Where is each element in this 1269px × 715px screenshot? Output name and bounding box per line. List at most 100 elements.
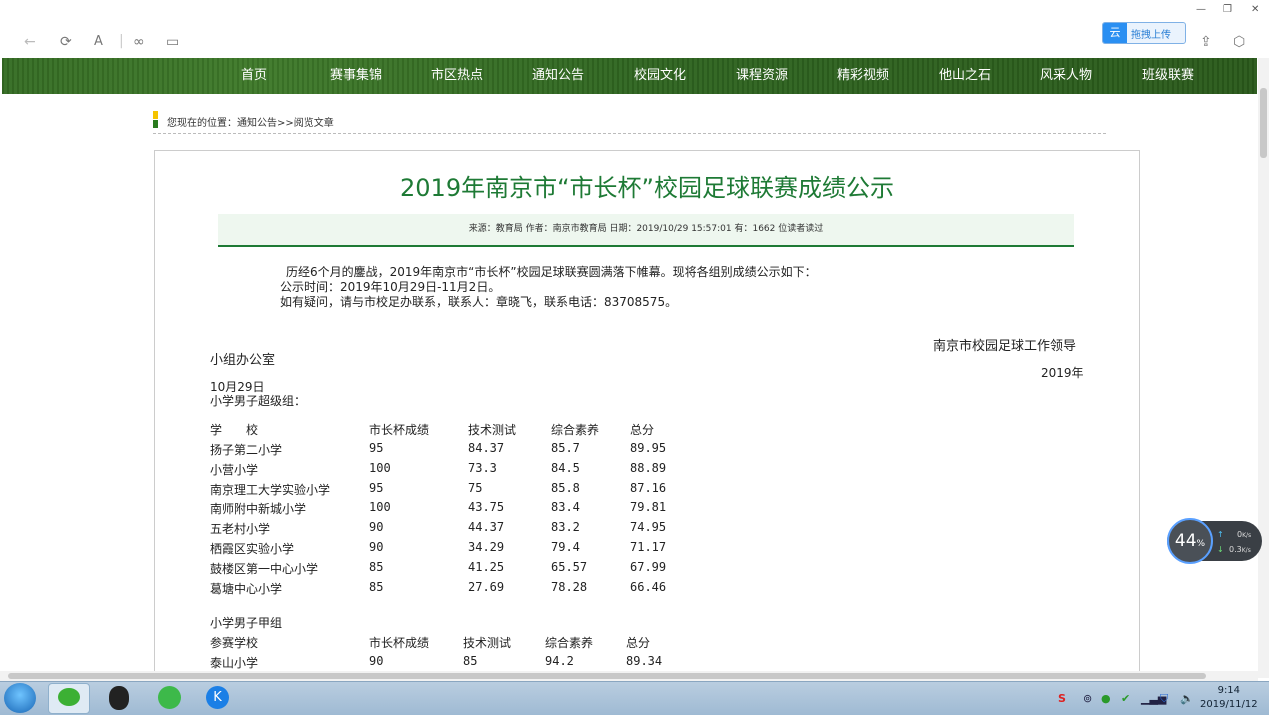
table-cell: 85 [369,560,384,574]
table-cell: 83.2 [551,520,580,534]
signature-line-1: 南京市校园足球工作领导 [933,339,1077,354]
wechat-tray-icon[interactable]: ● [1101,692,1111,705]
table-cell: 84.5 [551,461,580,475]
window-icon[interactable]: ▭ [166,34,179,50]
table-cell: 74.95 [630,520,667,534]
table-cell: 90 [369,520,384,534]
main-nav: 首页 赛事集锦 市区热点 通知公告 校园文化 课程资源 精彩视频 他山之石 风采… [2,58,1257,94]
share-icon[interactable]: ⇪ [1200,34,1212,50]
group2-title: 小学男子甲组 [210,616,283,630]
nav-item-others[interactable]: 他山之石 [939,64,991,83]
taskbar-app-qq[interactable] [100,683,140,712]
table-cell: 小营小学 [210,463,259,477]
refresh-icon[interactable]: ⟳ [60,34,72,50]
nav-item-people[interactable]: 风采人物 [1040,64,1092,83]
nav-item-home[interactable]: 首页 [241,64,267,83]
clock-time: 9:14 [1217,685,1241,696]
table-header-cell: 总分 [626,636,651,650]
maximize-icon[interactable]: ❐ [1223,4,1232,15]
taskbar-app-wechat[interactable] [48,683,90,714]
taskbar-app-browser[interactable] [150,683,190,712]
table-cell: 41.25 [468,560,505,574]
input-method-icon[interactable]: S [1058,692,1066,705]
qq-penguin-icon [109,686,129,710]
group1-title: 小学男子超级组： [210,394,307,408]
table-cell: 73.3 [468,461,497,475]
breadcrumb-path[interactable]: 通知公告>>阅览文章 [237,118,334,129]
reader-mode-icon[interactable]: A [94,34,103,50]
close-icon[interactable]: ✕ [1251,4,1259,15]
article-meta: 来源：教育局 作者：南京市教育局 日期：2019/10/29 15:57:01 … [218,214,1074,247]
table-cell: 85 [369,580,384,594]
table-cell: 泰山小学 [210,656,259,670]
table-cell: 南师附中新城小学 [210,502,307,516]
start-button[interactable] [4,683,36,713]
toolbar-divider: | [119,33,124,49]
nav-item-highlights[interactable]: 赛事集锦 [330,64,382,83]
table-cell: 95 [369,441,384,455]
table-cell: 83.4 [551,500,580,514]
tray-app-icon[interactable]: ⊚ [1083,692,1092,705]
table-cell: 89.34 [626,654,663,668]
table-cell: 94.2 [545,654,574,668]
table-cell: 27.69 [468,580,505,594]
security-tray-icon[interactable]: ✔ [1121,692,1130,705]
table-cell: 88.89 [630,461,667,475]
nav-item-class-league[interactable]: 班级联赛 [1142,64,1194,83]
table-header-cell: 综合素养 [551,423,600,437]
table-cell: 栖霞区实验小学 [210,542,295,556]
vertical-scroll-thumb[interactable] [1260,88,1267,158]
article-title: 2019年南京市“市长杯”校园足球联赛成绩公示 [400,174,894,202]
breadcrumb-divider [153,133,1106,134]
table-cell: 100 [369,461,391,475]
table-cell: 85.8 [551,481,580,495]
table-header-cell: 学 校 [210,423,259,437]
signature-year: 2019年 [1041,366,1084,380]
extension-icon[interactable]: ⬡ [1233,34,1245,50]
table-header-cell: 总分 [630,423,655,437]
nav-item-notices[interactable]: 通知公告 [532,64,584,83]
breadcrumb-marker-green [153,120,158,128]
link-icon[interactable]: ∞ [133,34,145,50]
table-cell: 五老村小学 [210,522,271,536]
shield-icon[interactable]: ⛉ [1160,692,1168,706]
nav-item-city-news[interactable]: 市区热点 [431,64,483,83]
table-cell: 扬子第二小学 [210,443,283,457]
table-cell: 84.37 [468,441,505,455]
table-header-cell: 综合素养 [545,636,594,650]
table-cell: 65.57 [551,560,588,574]
table-header-cell: 市长杯成绩 [369,423,430,437]
breadcrumb: 您现在的位置：通知公告>>阅览文章 [167,114,334,129]
table-cell: 90 [369,540,384,554]
memory-usage-gauge[interactable]: 44% [1167,518,1213,564]
system-clock[interactable]: 9:14 2019/11/12 [1200,684,1258,712]
download-arrow-icon: ↓ [1217,545,1224,554]
upload-speed: 0K/s [1237,530,1252,539]
table-cell: 89.95 [630,441,667,455]
table-cell: 葛塘中心小学 [210,582,283,596]
cloud-icon: 云 [1103,23,1127,43]
table-cell: 66.46 [630,580,667,594]
nav-item-campus-culture[interactable]: 校园文化 [634,64,686,83]
nav-item-videos[interactable]: 精彩视频 [837,64,889,83]
minimize-icon[interactable]: — [1196,4,1206,15]
back-icon[interactable]: ← [24,34,36,50]
table-cell: 44.37 [468,520,505,534]
table-header-cell: 市长杯成绩 [369,636,430,650]
table-cell: 鼓楼区第一中心小学 [210,562,319,576]
kugou-icon: K [206,686,229,709]
upload-arrow-icon: ↑ [1217,530,1224,539]
taskbar-app-kugou[interactable]: K [198,683,238,712]
cloud-upload-button[interactable]: 云 拖拽上传 [1102,22,1186,44]
table-cell: 75 [468,481,483,495]
table-header-cell: 参赛学校 [210,636,259,650]
clock-date: 2019/11/12 [1200,699,1258,710]
table-cell: 67.99 [630,560,667,574]
horizontal-scroll-thumb[interactable] [8,673,1206,679]
intro-paragraph-3: 如有疑问，请与市校足办联系，联系人：章晓飞，联系电话：83708575。 [280,295,678,309]
table-cell: 100 [369,500,391,514]
wechat-icon [58,688,80,706]
breadcrumb-marker-yellow [153,111,158,119]
volume-icon[interactable]: 🔈 [1180,692,1194,705]
nav-item-courses[interactable]: 课程资源 [736,64,788,83]
